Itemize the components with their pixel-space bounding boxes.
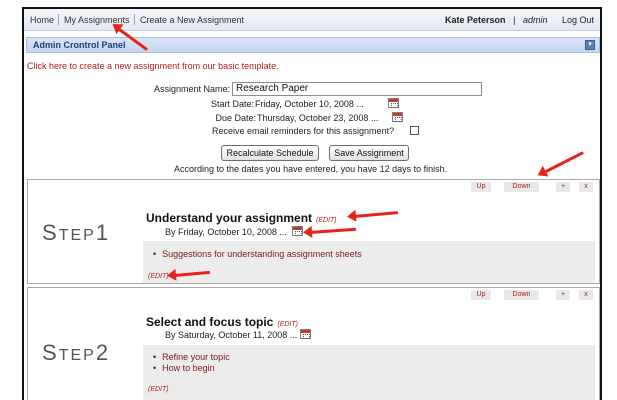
step-1-down-button[interactable]: Down [504, 182, 539, 192]
step-1-up-button[interactable]: Up [471, 182, 491, 192]
step-1-calendar-icon[interactable] [292, 226, 303, 236]
due-date-calendar-icon[interactable] [392, 112, 403, 122]
due-date-label: Due Date: [215, 113, 256, 123]
save-assignment-button[interactable]: Save Assignment [329, 145, 409, 161]
user-separator: | [513, 15, 516, 25]
step-1-add-button[interactable]: + [556, 182, 570, 192]
user-name: Kate Peterson [445, 15, 506, 25]
step-2-up-button[interactable]: Up [471, 290, 491, 300]
step-1-title-edit-link[interactable]: (EDIT) [316, 217, 337, 224]
step-2-label: STEP2 [42, 340, 111, 365]
step-2-down-button[interactable]: Down [504, 290, 539, 300]
step-2-title: Select and focus topic (EDIT) [146, 315, 298, 329]
step-2-content-edit-link[interactable]: (EDIT) [148, 386, 169, 393]
step-1-content-edit-link[interactable]: (EDIT) [148, 273, 169, 280]
step-1-due-date: By Friday, October 10, 2008 ... [165, 227, 287, 237]
step-1-label: STEP1 [42, 220, 111, 245]
annotation-arrow-icon [543, 151, 584, 174]
due-date-value: Thursday, October 23, 2008 ... [257, 113, 379, 123]
recalculate-schedule-button[interactable]: Recalculate Schedule [221, 145, 319, 161]
days-to-finish-summary: According to the dates you have entered,… [174, 164, 448, 174]
start-date-calendar-icon[interactable] [388, 98, 399, 108]
user-role: admin [522, 15, 548, 25]
step-2-content-box: Refine your topic How to begin (EDIT) [143, 345, 595, 400]
nav-divider [58, 14, 59, 25]
start-date-label: Start Date: [210, 99, 254, 109]
step-1-content-box: Suggestions for understanding assignment… [143, 241, 595, 283]
email-reminder-checkbox[interactable] [410, 126, 419, 135]
assignment-calculator-window: Home My Assignments Create a New Assignm… [22, 7, 602, 400]
logout-link[interactable]: Log Out [562, 15, 594, 25]
assignment-name-label: Assignment Name: [153, 84, 230, 94]
step-2-add-button[interactable]: + [556, 290, 570, 300]
step-2-resource-link[interactable]: Refine your topic [153, 352, 230, 362]
start-date-value: Friday, October 10, 2008 ... [255, 99, 364, 109]
email-reminder-label: Receive email reminders for this assignm… [212, 126, 395, 136]
step-2-resource-link[interactable]: How to begin [153, 363, 215, 373]
admin-panel-title: Admin Crontrol Panel [33, 40, 126, 50]
panel-toggle-chevron-icon[interactable]: ▾ [585, 40, 595, 50]
assignment-name-input[interactable]: Research Paper [232, 82, 482, 96]
nav-divider [134, 14, 135, 25]
step-1-remove-button[interactable]: x [579, 182, 593, 192]
step-2-remove-button[interactable]: x [579, 290, 593, 300]
step-2-card: Up Down + x STEP2 Select and focus topic… [27, 287, 600, 400]
step-2-due-date: By Saturday, October 11, 2008 ... [165, 330, 298, 340]
step-2-calendar-icon[interactable] [300, 329, 311, 339]
basic-template-link[interactable]: Click here to create a new assignment fr… [27, 61, 279, 71]
nav-create-assignment-link[interactable]: Create a New Assignment [140, 15, 244, 25]
step-2-title-text: Select and focus topic [146, 315, 274, 329]
nav-home-link[interactable]: Home [30, 15, 54, 25]
admin-control-panel-bar[interactable]: Admin Crontrol Panel ▾ [26, 37, 600, 53]
step-2-title-edit-link[interactable]: (EDIT) [277, 321, 298, 328]
step-1-resource-link[interactable]: Suggestions for understanding assignment… [153, 249, 362, 259]
step-1-title: Understand your assignment (EDIT) [146, 211, 337, 225]
step-1-title-text: Understand your assignment [146, 211, 313, 225]
user-info: Kate Peterson | admin Log Out [445, 15, 594, 25]
